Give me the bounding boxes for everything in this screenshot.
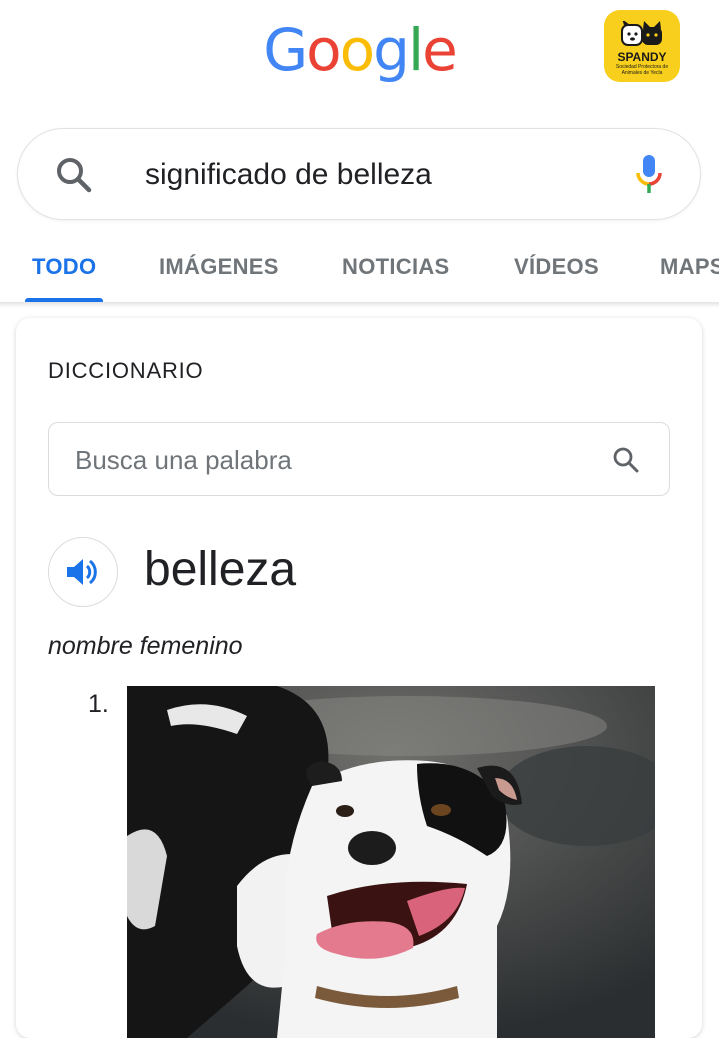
search-tabs: TODO IMÁGENES NOTICIAS VÍDEOS MAPS xyxy=(0,226,719,302)
word-search-placeholder: Busca una palabra xyxy=(75,445,292,475)
tab-videos[interactable]: VÍDEOS xyxy=(514,254,599,280)
tabs-divider xyxy=(0,302,719,308)
definition-number: 1. xyxy=(88,690,109,718)
badge-subtitle: Sociedad Protectora de Animales de Yecla xyxy=(615,64,669,76)
part-of-speech: nombre femenino xyxy=(48,632,243,660)
tab-noticias[interactable]: NOTICIAS xyxy=(342,254,450,280)
speaker-icon xyxy=(67,559,97,585)
logo-letter: o xyxy=(339,16,375,84)
dog-cat-logo-icon xyxy=(621,21,662,46)
search-icon[interactable] xyxy=(611,445,641,475)
definition-dog-photo xyxy=(127,686,655,1038)
logo-letter: g xyxy=(373,16,410,84)
word-search-input[interactable]: Busca una palabra xyxy=(48,422,670,496)
mic-icon[interactable] xyxy=(634,153,664,197)
search-icon[interactable] xyxy=(54,155,94,195)
search-bar[interactable]: significado de belleza xyxy=(17,128,701,220)
logo-letter: o xyxy=(306,16,341,84)
tab-maps[interactable]: MAPS xyxy=(660,254,719,280)
search-query-text[interactable]: significado de belleza xyxy=(145,157,432,193)
headword: belleza xyxy=(144,543,297,596)
dictionary-title: DICCIONARIO xyxy=(48,358,204,383)
logo-letter: e xyxy=(422,16,458,84)
logo-letter: G xyxy=(263,16,308,84)
tab-todo[interactable]: TODO xyxy=(32,254,96,280)
badge-title: SPANDY xyxy=(617,50,667,64)
tab-imagenes[interactable]: IMÁGENES xyxy=(159,254,279,280)
pronunciation-button[interactable] xyxy=(48,537,118,607)
spandy-doodle-badge[interactable]: SPANDY Sociedad Protectora de Animales d… xyxy=(604,10,680,82)
dictionary-card: DICCIONARIO Busca una palabra belleza no… xyxy=(16,318,702,1038)
logo-letter: l xyxy=(407,16,424,84)
